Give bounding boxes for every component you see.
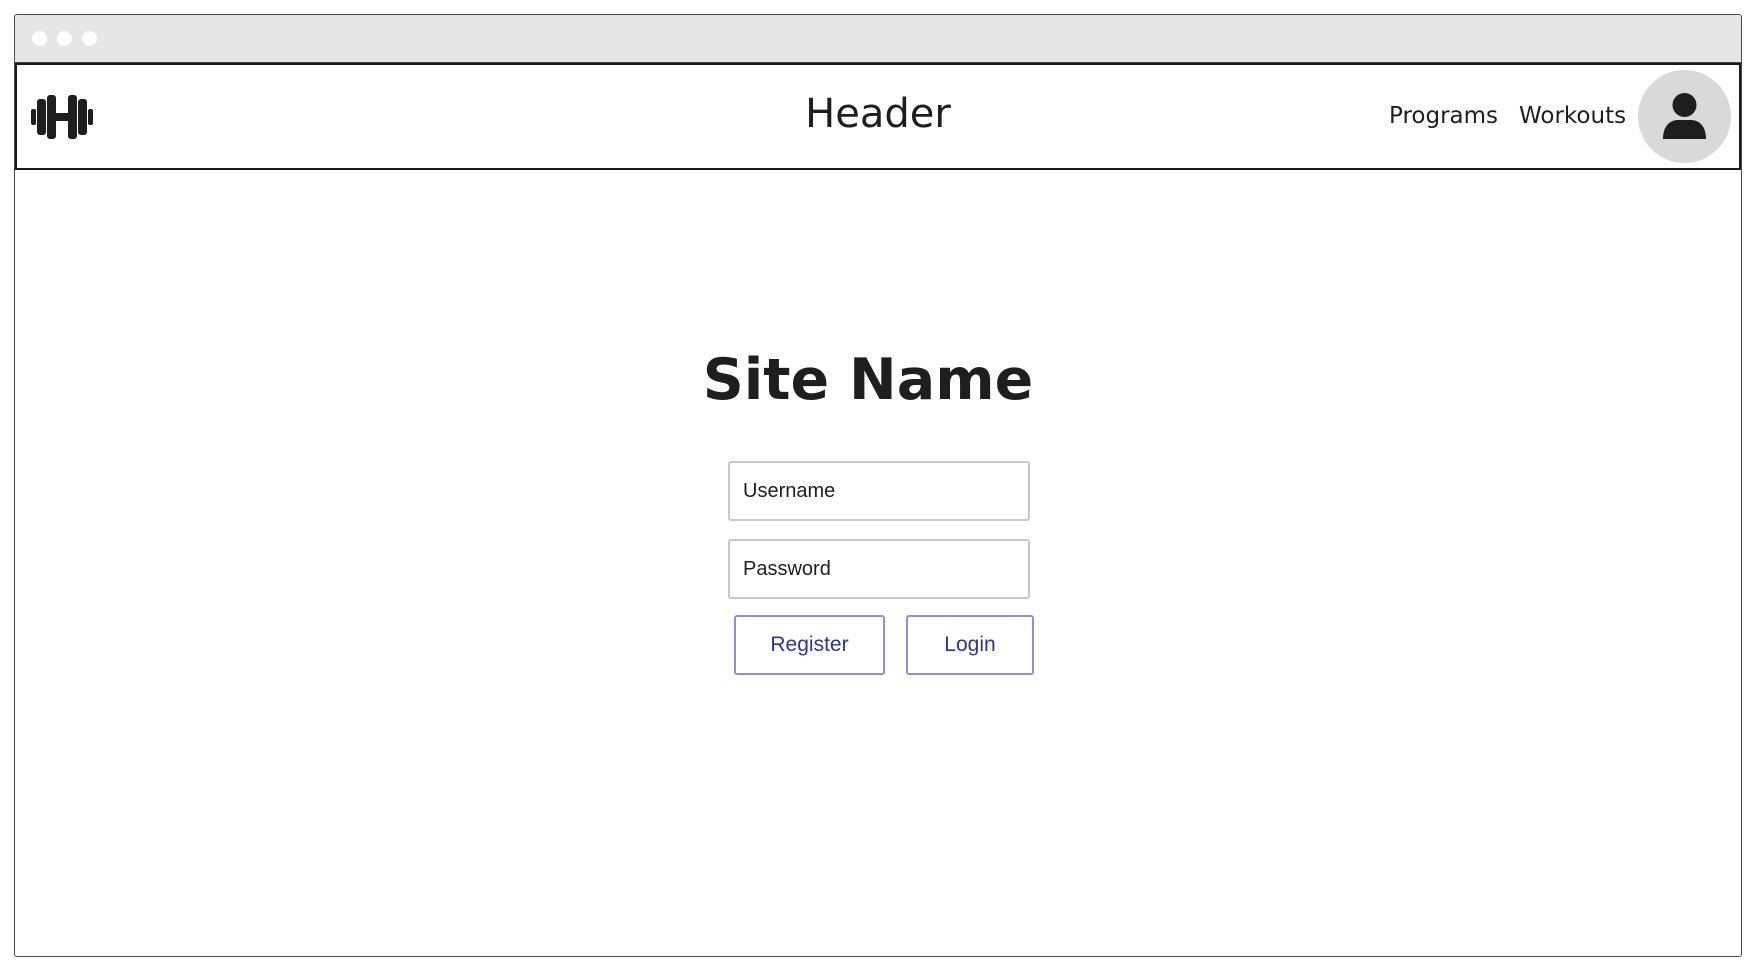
window-titlebar bbox=[15, 15, 1741, 63]
window-dot-minimize[interactable] bbox=[57, 31, 72, 46]
browser-window: Header Programs Workouts Site Name Regis… bbox=[14, 14, 1742, 957]
user-icon bbox=[1663, 93, 1706, 139]
site-name-heading: Site Name bbox=[702, 347, 1034, 413]
site-header: Header Programs Workouts bbox=[15, 63, 1741, 170]
window-dot-close[interactable] bbox=[32, 31, 47, 46]
nav-link-workouts[interactable]: Workouts bbox=[1519, 101, 1626, 131]
register-button[interactable]: Register bbox=[734, 615, 885, 675]
avatar[interactable] bbox=[1638, 70, 1731, 163]
login-button[interactable]: Login bbox=[906, 615, 1034, 675]
username-field[interactable] bbox=[728, 461, 1030, 521]
password-field[interactable] bbox=[728, 539, 1030, 599]
window-dot-maximize[interactable] bbox=[82, 31, 97, 46]
nav-link-programs[interactable]: Programs bbox=[1389, 101, 1498, 131]
